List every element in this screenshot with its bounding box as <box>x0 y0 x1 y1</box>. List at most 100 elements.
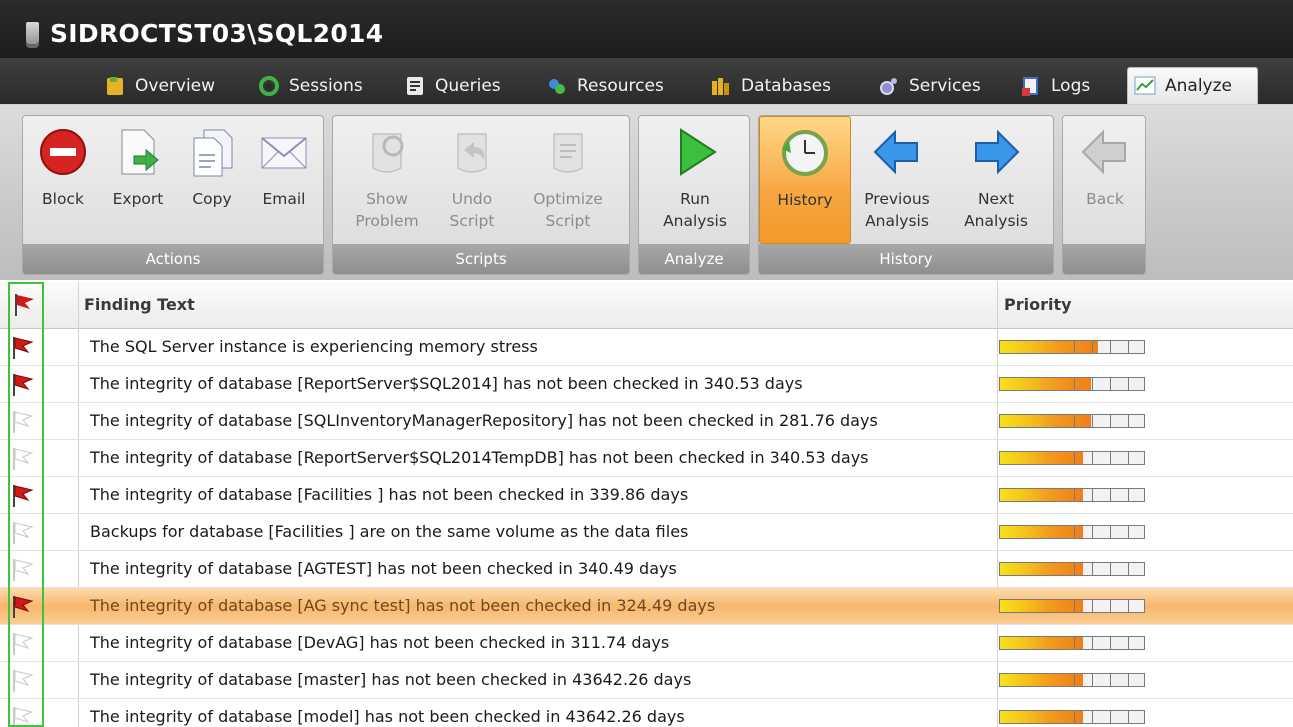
finding-text: The SQL Server instance is experiencing … <box>90 337 538 356</box>
finding-text: The integrity of database [model] has no… <box>90 707 685 726</box>
ribbon: Block Export Copy Email Actions Show Pro… <box>0 104 1293 280</box>
clock-icon <box>779 127 831 179</box>
priority-bar-fill <box>1000 526 1083 538</box>
ribbon-group-analyze: Run Analysis Analyze <box>638 115 750 275</box>
undo-script-label-1: Undo <box>451 190 493 208</box>
flag-empty-icon[interactable] <box>10 705 36 727</box>
priority-bar-segment <box>1092 415 1093 427</box>
show-problem-button[interactable]: Show Problem <box>347 122 427 232</box>
table-row[interactable]: The integrity of database [AG sync test]… <box>0 588 1293 625</box>
run-analysis-label-1: Run <box>680 190 710 208</box>
priority-bar-segment <box>1128 378 1129 390</box>
table-row[interactable]: Backups for database [Facilities ] are o… <box>0 514 1293 551</box>
next-analysis-label-2: Analysis <box>964 212 1028 230</box>
priority-bar <box>999 488 1145 502</box>
priority-bar-segment <box>1074 711 1075 723</box>
group-label-history: History <box>759 244 1053 274</box>
priority-bar-segment <box>1092 600 1093 612</box>
table-row[interactable]: The integrity of database [Facilities ] … <box>0 477 1293 514</box>
column-header-finding-text[interactable]: Finding Text <box>84 282 195 328</box>
queries-icon <box>404 75 426 97</box>
table-row[interactable]: The integrity of database [DevAG] has no… <box>0 625 1293 662</box>
history-button[interactable]: History <box>759 116 851 244</box>
tab-databases[interactable]: Databases <box>706 67 831 104</box>
priority-bar <box>999 636 1145 650</box>
flag-empty-icon[interactable] <box>10 446 36 472</box>
priority-bar <box>999 525 1145 539</box>
back-button[interactable]: Back <box>1073 122 1137 210</box>
priority-bar-fill <box>1000 563 1083 575</box>
copy-button[interactable]: Copy <box>181 122 243 210</box>
flag-empty-icon[interactable] <box>10 520 36 546</box>
tab-logs[interactable]: Logs <box>1016 67 1090 104</box>
table-row[interactable]: The integrity of database [model] has no… <box>0 699 1293 727</box>
priority-bar <box>999 710 1145 724</box>
priority-bar-segment <box>1128 637 1129 649</box>
script-optimize-icon <box>542 126 594 178</box>
priority-bar-segment <box>1110 341 1111 353</box>
tab-resources[interactable]: Resources <box>542 67 664 104</box>
run-analysis-button[interactable]: Run Analysis <box>653 122 737 232</box>
priority-bar-segment <box>1110 600 1111 612</box>
optimize-script-label-1: Optimize <box>533 190 603 208</box>
finding-text: Backups for database [Facilities ] are o… <box>90 522 689 541</box>
email-icon <box>258 126 310 178</box>
optimize-script-button[interactable]: Optimize Script <box>523 122 613 232</box>
play-icon <box>669 126 721 178</box>
flag-empty-icon[interactable] <box>10 668 36 694</box>
block-button[interactable]: Block <box>33 122 93 210</box>
title-bar: SIDROCTST03\SQL2014 <box>0 0 1293 58</box>
tab-services[interactable]: Services <box>874 67 981 104</box>
flag-red-icon[interactable] <box>10 483 36 509</box>
flag-column-header-icon[interactable] <box>12 292 38 318</box>
table-row[interactable]: The SQL Server instance is experiencing … <box>0 329 1293 366</box>
table-row[interactable]: The integrity of database [master] has n… <box>0 662 1293 699</box>
tab-queries-label: Queries <box>435 75 501 96</box>
table-row[interactable]: The integrity of database [ReportServer$… <box>0 440 1293 477</box>
group-label-scripts: Scripts <box>333 244 629 274</box>
flag-empty-icon[interactable] <box>10 631 36 657</box>
priority-bar-segment <box>1074 674 1075 686</box>
tab-services-label: Services <box>909 75 981 96</box>
undo-script-button[interactable]: Undo Script <box>437 122 507 232</box>
tab-overview[interactable]: Overview <box>100 67 215 104</box>
priority-bar-segment <box>1092 637 1093 649</box>
tab-analyze[interactable]: Analyze <box>1127 67 1258 104</box>
column-header-priority[interactable]: Priority <box>1004 282 1072 328</box>
priority-bar-segment <box>1074 489 1075 501</box>
show-problem-label-1: Show <box>366 190 408 208</box>
priority-bar-fill <box>1000 452 1083 464</box>
grid-header: Finding Text Priority <box>0 282 1293 329</box>
flag-red-icon[interactable] <box>10 372 36 398</box>
previous-analysis-button[interactable]: Previous Analysis <box>857 122 937 232</box>
flag-red-icon[interactable] <box>10 594 36 620</box>
tab-databases-label: Databases <box>741 75 831 96</box>
arrow-right-icon <box>970 126 1022 178</box>
priority-bar-segment <box>1128 600 1129 612</box>
email-button[interactable]: Email <box>249 122 319 210</box>
priority-bar-segment <box>1092 526 1093 538</box>
flag-empty-icon[interactable] <box>10 557 36 583</box>
next-analysis-label-1: Next <box>977 190 1015 208</box>
finding-text: The integrity of database [master] has n… <box>90 670 692 689</box>
script-undo-icon <box>446 126 498 178</box>
server-icon <box>26 22 39 48</box>
finding-text: The integrity of database [SQLInventoryM… <box>90 411 878 430</box>
table-row[interactable]: The integrity of database [ReportServer$… <box>0 366 1293 403</box>
export-button[interactable]: Export <box>103 122 173 210</box>
table-row[interactable]: The integrity of database [AGTEST] has n… <box>0 551 1293 588</box>
copy-icon <box>186 126 238 178</box>
flag-red-icon[interactable] <box>10 335 36 361</box>
table-row[interactable]: The integrity of database [SQLInventoryM… <box>0 403 1293 440</box>
flag-empty-icon[interactable] <box>10 409 36 435</box>
tab-sessions[interactable]: Sessions <box>254 67 363 104</box>
next-analysis-button[interactable]: Next Analysis <box>955 122 1037 232</box>
sessions-icon <box>258 75 280 97</box>
priority-bar-segment <box>1074 600 1075 612</box>
tab-logs-label: Logs <box>1051 75 1091 96</box>
arrow-left-icon <box>871 126 923 178</box>
finding-text: The integrity of database [ReportServer$… <box>90 374 803 393</box>
priority-bar <box>999 599 1145 613</box>
tab-queries[interactable]: Queries <box>400 67 501 104</box>
show-problem-label-2: Problem <box>355 212 419 230</box>
